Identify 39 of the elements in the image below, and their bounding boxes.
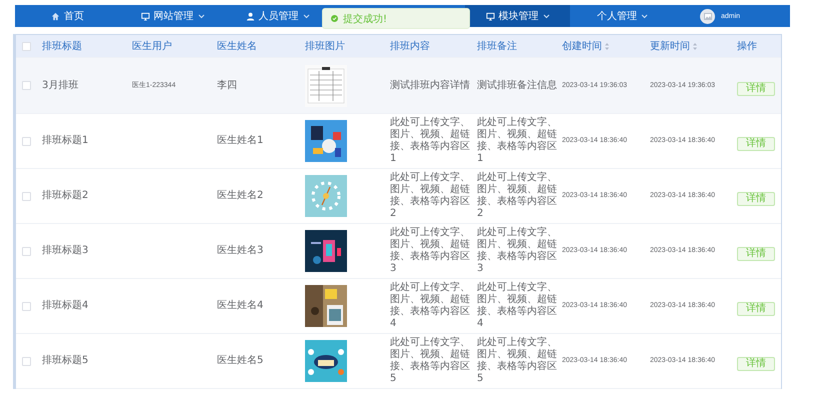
- table-cell: 医生姓名1: [217, 135, 264, 146]
- table-cell: 此处可上传文字、图片、视频、超链接、表格等内容区3: [390, 227, 470, 274]
- table-cell: 医生姓名2: [217, 190, 264, 201]
- table-cell: 3月排班: [42, 80, 78, 90]
- column-header: 排班标题: [41, 40, 83, 53]
- table-cell: 排班标题4: [42, 300, 88, 311]
- table-cell: 测试排班内容详情: [390, 80, 470, 90]
- table-cell: 此处可上传文字、图片、视频、超链接、表格等内容区2: [390, 172, 470, 219]
- column-header[interactable]: 创建时间: [562, 39, 602, 53]
- nav-item[interactable]: 网站管理: [120, 5, 225, 27]
- table-cell: 医生姓名4: [217, 300, 264, 311]
- column-header: 医生用户: [131, 40, 173, 53]
- column-header: 排班图片: [304, 40, 346, 53]
- toast-message: 提交成功!: [343, 12, 388, 26]
- table-cell: 此处可上传文字、图片、视频、超链接、表格等内容区5: [477, 337, 557, 384]
- column-header: 排班内容: [389, 40, 431, 53]
- table-cell: 此处可上传文字、图片、视频、超链接、表格等内容区4: [477, 282, 557, 329]
- table-cell: 排班标题5: [42, 355, 88, 366]
- table-cell: 医生姓名3: [217, 245, 264, 256]
- table-cell: 测试排班备注信息: [477, 80, 557, 90]
- table-cell: 此处可上传文字、图片、视频、超链接、表格等内容区5: [390, 337, 470, 384]
- table-cell: 此处可上传文字、图片、视频、超链接、表格等内容区2: [477, 172, 557, 219]
- column-header[interactable]: 更新时间: [650, 39, 690, 53]
- nav-item[interactable]: 个人管理: [570, 5, 675, 27]
- table-cell: 排班标题1: [42, 135, 88, 146]
- table-cell: 排班标题2: [42, 190, 88, 201]
- table-cell: 此处可上传文字、图片、视频、超链接、表格等内容区3: [477, 227, 557, 274]
- table-cell: 此处可上传文字、图片、视频、超链接、表格等内容区1: [477, 117, 557, 164]
- column-header: 操作: [736, 40, 758, 53]
- nav-item[interactable]: 人员管理: [225, 5, 330, 27]
- nav-item[interactable]: 模块管理: [465, 5, 570, 27]
- nav-item[interactable]: 首页: [15, 5, 120, 27]
- table-cell: 此处可上传文字、图片、视频、超链接、表格等内容区4: [390, 282, 470, 329]
- table-cell: 李四: [217, 80, 237, 90]
- table-cell: 医生姓名5: [217, 355, 264, 366]
- column-header: 医生姓名: [216, 40, 258, 53]
- column-header: 排班备注: [476, 40, 518, 53]
- table-cell: 此处可上传文字、图片、视频、超链接、表格等内容区1: [390, 117, 470, 164]
- table-cell: 排班标题3: [42, 245, 88, 256]
